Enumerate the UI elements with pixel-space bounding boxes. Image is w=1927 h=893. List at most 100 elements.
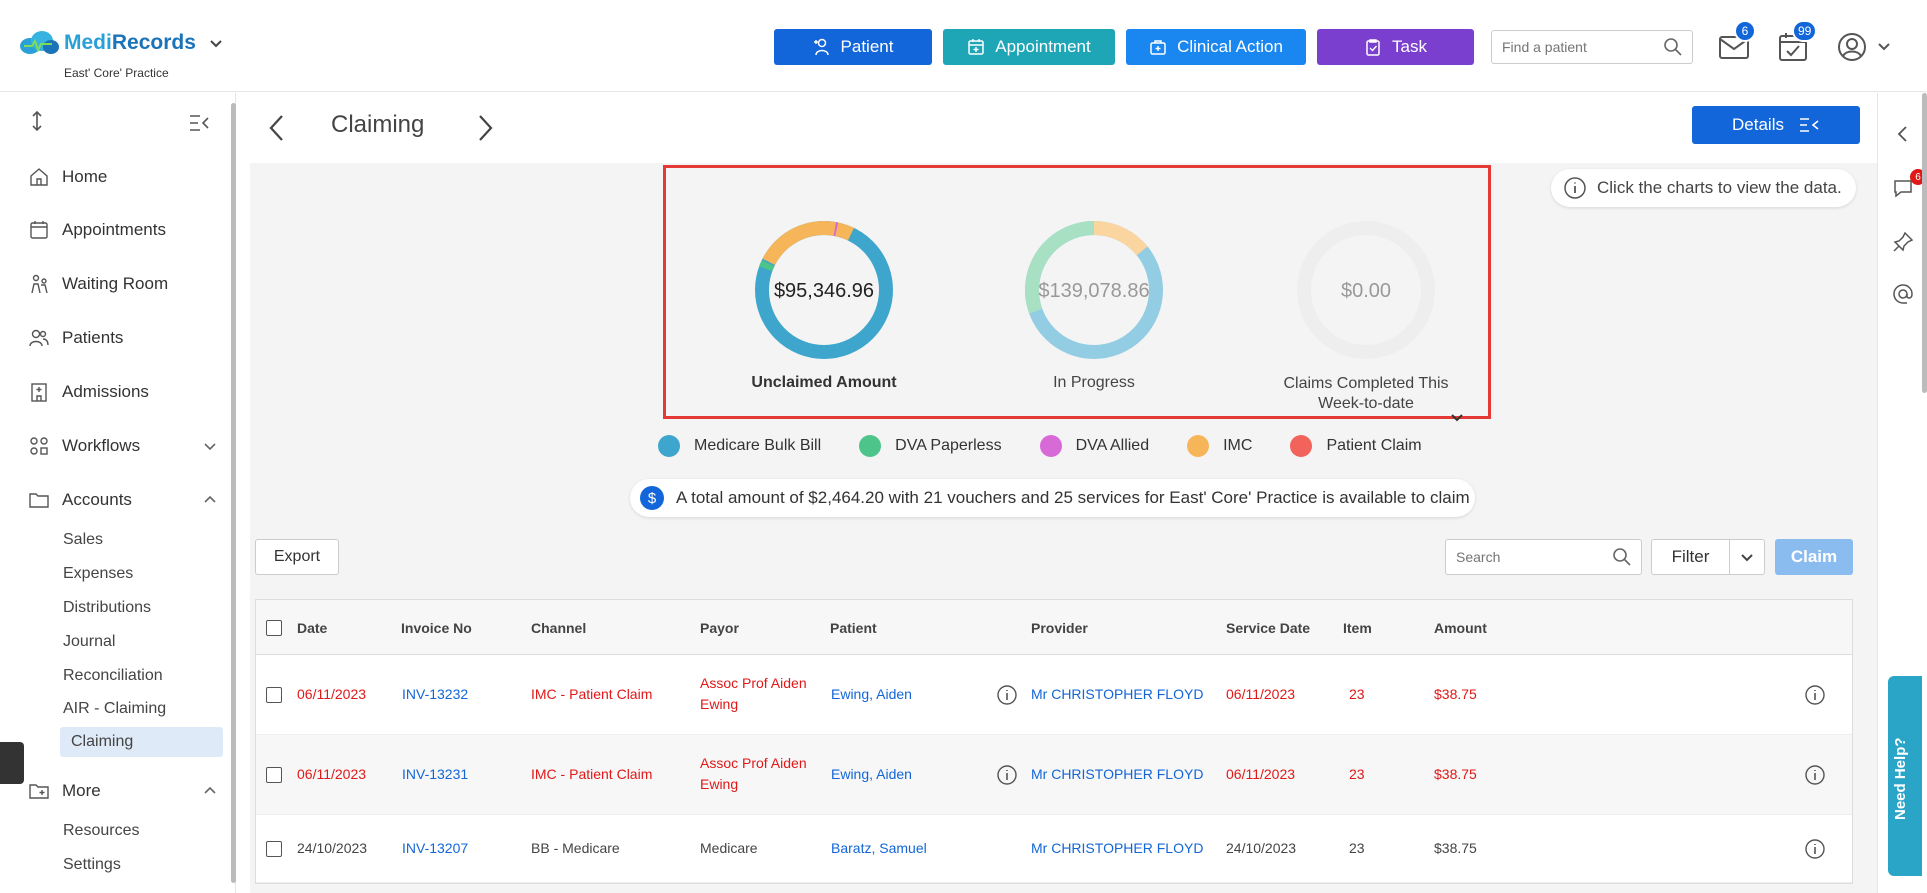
chevron-left-icon[interactable] [262,111,292,145]
sidebar-item-patients[interactable]: Patients [28,323,218,353]
search-icon[interactable] [1612,547,1632,567]
calendar-add-icon [968,39,985,55]
app-logo[interactable]: MediRecords [18,30,224,56]
row-checkbox[interactable] [266,841,282,857]
cell-service-date: 06/11/2023 [1226,686,1296,702]
legend-item-dva-paperless[interactable]: DVA Paperless [859,435,1002,457]
sidebar-subitem-journal[interactable]: Journal [63,627,115,657]
provider-link[interactable]: Mr CHRISTOPHER FLOYD [1031,686,1203,702]
sidebar-subitem-air-claiming[interactable]: AIR - Claiming [63,694,166,724]
charts-highlight-box: $95,346.96 Unclaimed Amount $139,078.86 … [663,165,1491,422]
claim-summary-banner: $ A total amount of $2,464.20 with 21 vo… [630,479,1475,517]
patient-link[interactable]: Ewing, Aiden [831,686,912,702]
sidebar-item-admissions[interactable]: Admissions [28,377,218,407]
provider-link[interactable]: Mr CHRISTOPHER FLOYD [1031,840,1203,856]
chevron-right-icon[interactable] [470,111,500,145]
sidebar-item-home[interactable]: Home [28,162,218,192]
invoice-link[interactable]: INV-13231 [402,766,468,782]
info-icon[interactable] [1804,684,1826,706]
chevron-down-icon[interactable] [202,438,218,454]
chevron-left-icon[interactable] [1892,123,1914,145]
user-profile-icon[interactable] [1836,31,1868,63]
patient-link[interactable]: Ewing, Aiden [831,766,912,782]
column-header-item[interactable]: Item [1343,620,1372,636]
claims-table: Date Invoice No Channel Payor Patient Pr… [255,599,1853,884]
chevron-up-icon[interactable] [202,783,218,799]
sidebar-subitem-settings[interactable]: Settings [63,850,121,880]
sidebar-item-workflows[interactable]: Workflows [28,431,218,461]
cell-channel: IMC - Patient Claim [531,686,653,702]
sidebar-item-more[interactable]: More [28,776,218,806]
sidebar-item-waiting-room[interactable]: Waiting Room [28,269,218,299]
clinical-action-button[interactable]: Clinical Action [1126,29,1306,65]
sidebar-item-appointments[interactable]: Appointments [28,215,218,245]
column-header-invoice[interactable]: Invoice No [401,620,472,636]
table-row[interactable]: 24/10/2023 INV-13207 BB - Medicare Medic… [256,815,1852,883]
legend-item-medicare-bulk-bill[interactable]: Medicare Bulk Bill [658,435,821,457]
sidebar-subitem-reconciliation[interactable]: Reconciliation [63,661,163,691]
details-button[interactable]: Details [1692,106,1860,144]
page-scrollbar[interactable] [1922,93,1927,393]
info-icon[interactable] [996,764,1018,786]
unclaimed-value: $95,346.96 [773,280,875,302]
info-icon[interactable] [1804,764,1826,786]
row-checkbox[interactable] [266,767,282,783]
sidebar-subitem-resources[interactable]: Resources [63,816,139,846]
at-sign-icon[interactable] [1892,283,1914,305]
sidebar-subitem-sales[interactable]: Sales [63,525,103,555]
add-user-icon [813,38,829,56]
page-title: Claiming [331,111,425,138]
pin-icon[interactable] [1892,231,1914,253]
column-header-provider[interactable]: Provider [1031,620,1088,636]
info-icon[interactable] [996,684,1018,706]
cell-amount: $38.75 [1434,686,1477,702]
chevron-down-icon[interactable] [1876,38,1892,54]
legend-item-dva-allied[interactable]: DVA Allied [1039,435,1149,457]
sidebar-scrollbar[interactable] [231,103,236,883]
patient-link[interactable]: Baratz, Samuel [831,840,927,856]
legend-item-patient-claim[interactable]: Patient Claim [1290,435,1422,457]
chevron-up-icon[interactable] [202,492,218,508]
select-all-checkbox[interactable] [266,620,282,636]
table-row[interactable]: 06/11/2023 INV-13231 IMC - Patient Claim… [256,735,1852,815]
invoice-link[interactable]: INV-13207 [402,840,468,856]
column-header-date[interactable]: Date [297,620,327,636]
new-task-button[interactable]: Task [1317,29,1474,65]
row-checkbox[interactable] [266,687,282,703]
claims-completed-chart[interactable]: $0.00 Claims Completed This Week-to-date [1246,220,1486,422]
legend-item-imc[interactable]: IMC [1187,435,1252,457]
cell-payor: Medicare [700,840,758,856]
column-header-channel[interactable]: Channel [531,620,586,636]
in-progress-chart[interactable]: $139,078.86 In Progress [984,220,1204,392]
filter-dropdown[interactable] [1730,550,1764,564]
column-header-patient[interactable]: Patient [830,620,877,636]
vertical-arrows-icon[interactable] [26,110,48,132]
cell-payor-line1: Assoc Prof Aiden [700,755,807,771]
new-appointment-button[interactable]: Appointment [943,29,1115,65]
export-button[interactable]: Export [255,539,339,575]
column-header-service-date[interactable]: Service Date [1226,620,1310,636]
left-panel-handle[interactable] [0,742,24,784]
sidebar-item-accounts[interactable]: Accounts [28,485,218,515]
collapse-menu-icon[interactable] [188,112,210,134]
chevron-down-icon[interactable] [208,35,224,51]
chevron-down-icon[interactable] [1449,409,1465,425]
sidebar-subitem-distributions[interactable]: Distributions [63,593,151,623]
table-row[interactable]: 06/11/2023 INV-13232 IMC - Patient Claim… [256,655,1852,735]
calendar-icon [30,221,48,239]
cell-channel: IMC - Patient Claim [531,766,653,782]
legend-label: DVA Paperless [895,437,1002,454]
search-icon[interactable] [1663,37,1683,57]
sidebar-subitem-claiming[interactable]: Claiming [60,727,223,757]
filter-button[interactable]: Filter [1651,539,1765,575]
column-header-amount[interactable]: Amount [1434,620,1487,636]
column-header-payor[interactable]: Payor [700,620,739,636]
invoice-link[interactable]: INV-13232 [402,686,468,702]
new-patient-button[interactable]: Patient [774,29,932,65]
claim-button[interactable]: Claim [1775,539,1853,575]
unclaimed-amount-chart[interactable]: $95,346.96 Unclaimed Amount [714,220,934,392]
cell-payor-line2: Ewing [700,696,739,712]
sidebar-subitem-expenses[interactable]: Expenses [63,559,133,589]
provider-link[interactable]: Mr CHRISTOPHER FLOYD [1031,766,1203,782]
info-icon[interactable] [1804,838,1826,860]
